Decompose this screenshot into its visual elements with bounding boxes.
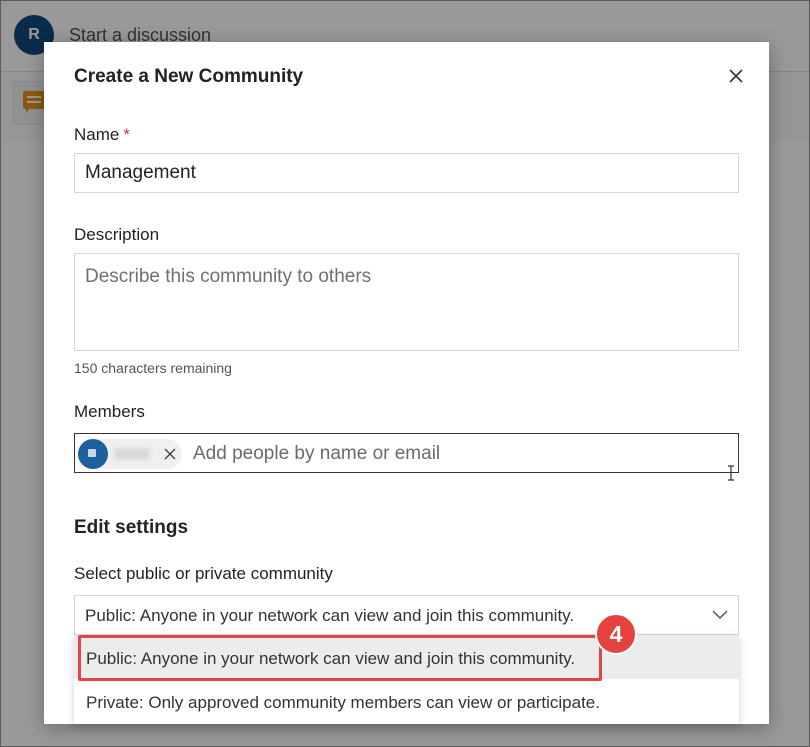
text-cursor-icon xyxy=(728,465,734,481)
description-label: Description xyxy=(74,225,160,244)
privacy-select[interactable]: Public: Anyone in your network can view … xyxy=(74,595,739,635)
close-icon xyxy=(164,448,176,460)
required-mark: * xyxy=(123,125,130,144)
remove-member-button[interactable] xyxy=(160,444,180,464)
chars-remaining: 150 characters remaining xyxy=(74,360,232,376)
option-private[interactable]: Private: Only approved community members… xyxy=(74,679,739,723)
privacy-selected-value: Public: Anyone in your network can view … xyxy=(85,606,575,625)
option-public[interactable]: Public: Anyone in your network can view … xyxy=(74,635,739,679)
name-label-text: Name xyxy=(74,125,120,144)
edit-settings-heading: Edit settings xyxy=(74,517,189,538)
privacy-dropdown-list: Public: Anyone in your network can view … xyxy=(74,635,739,724)
members-picker[interactable] xyxy=(74,433,739,473)
create-community-dialog: Create a New Community Name* Description… xyxy=(44,42,769,724)
member-name-blurred xyxy=(114,448,150,460)
members-label: Members xyxy=(74,402,145,421)
screenshot-frame: R Start a discussion Create a New Commun… xyxy=(0,0,810,747)
name-label: Name * xyxy=(74,125,130,145)
description-input[interactable] xyxy=(74,253,739,351)
option-public-label: Public: Anyone in your network can view … xyxy=(86,649,576,668)
chevron-down-icon xyxy=(712,610,728,620)
step-badge: 4 xyxy=(595,613,637,655)
member-avatar xyxy=(78,439,108,469)
privacy-label: Select public or private community xyxy=(74,564,333,583)
option-private-label: Private: Only approved community members… xyxy=(86,693,600,712)
name-input[interactable] xyxy=(74,153,739,193)
close-icon xyxy=(729,69,743,83)
members-search-input[interactable] xyxy=(193,442,713,466)
member-chip xyxy=(78,439,182,469)
dialog-title: Create a New Community xyxy=(74,66,304,87)
close-button[interactable] xyxy=(724,64,748,88)
